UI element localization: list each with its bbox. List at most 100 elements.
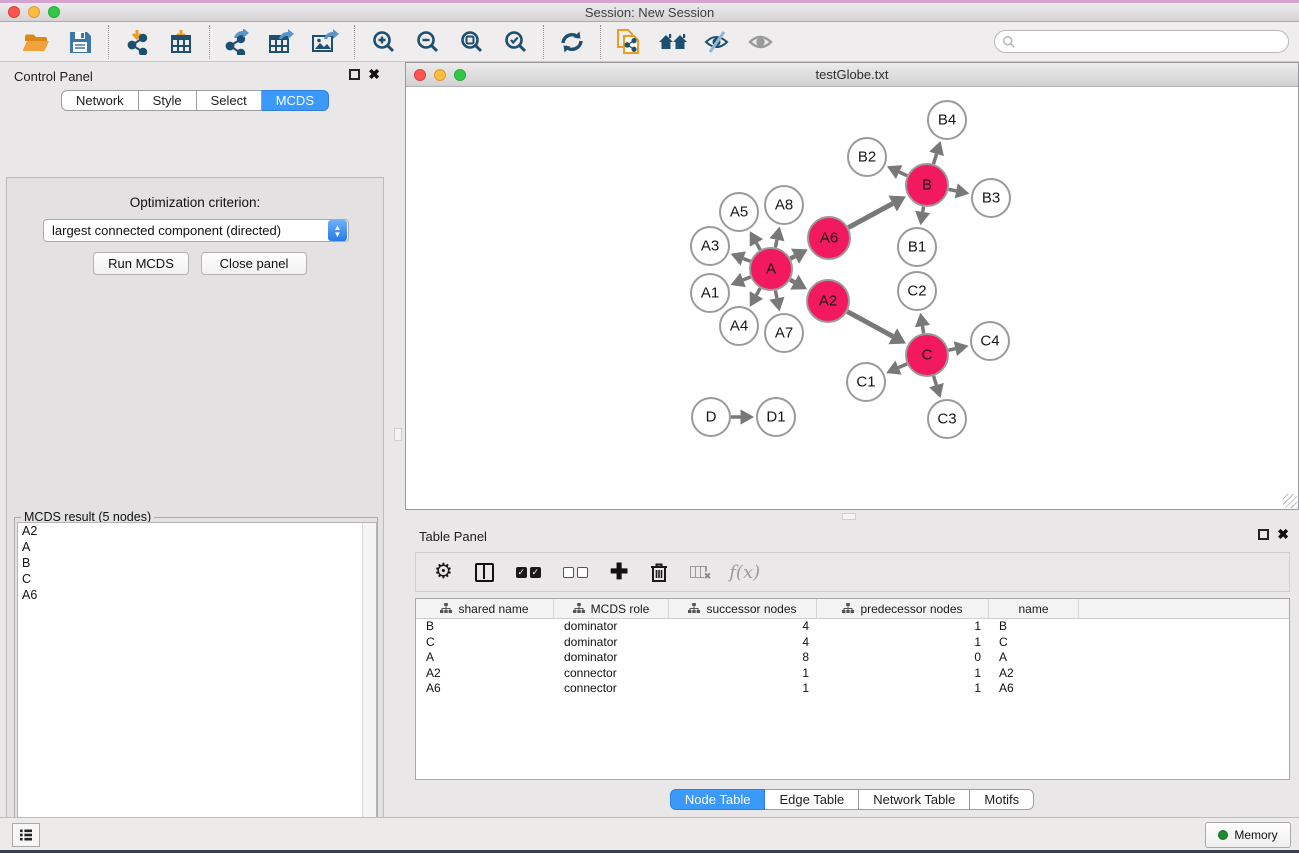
table-cell[interactable]: dominator [554,619,669,635]
column-header-name[interactable]: name [989,599,1079,618]
close-panel-button[interactable]: Close panel [201,252,307,275]
select-all-icon[interactable]: ✓✓ [516,567,541,578]
graph-node-B3[interactable]: B3 [972,179,1010,217]
table-row[interactable]: A6connector11A6 [416,681,1289,697]
column-header-successor-nodes[interactable]: successor nodes [669,599,817,618]
result-list-scrollbar[interactable] [362,523,376,853]
delete-icon[interactable] [650,562,668,583]
table-cell[interactable]: A2 [416,666,554,682]
graph-node-B[interactable]: B [906,164,948,206]
columns-icon[interactable] [475,563,494,582]
float-panel-icon[interactable] [349,69,360,80]
table-cell[interactable]: connector [554,666,669,682]
table-cell[interactable]: 4 [669,635,817,651]
column-header-predecessor-nodes[interactable]: predecessor nodes [817,599,989,618]
search-input[interactable] [1020,33,1288,51]
gear-icon[interactable]: ⚙ [434,562,453,582]
table-cell[interactable]: A [989,650,1079,666]
close-panel-icon[interactable]: ✖ [1277,529,1289,540]
graph-node-A2[interactable]: A2 [807,280,849,322]
home-icon[interactable] [658,27,688,57]
graph-node-A8[interactable]: A8 [765,186,803,224]
tab-select[interactable]: Select [197,90,262,111]
divider-handle[interactable] [394,428,402,441]
zoom-out-icon[interactable] [412,27,442,57]
hide-eye-icon[interactable] [702,27,732,57]
column-header-shared-name[interactable]: shared name [416,599,554,618]
graph-node-A3[interactable]: A3 [691,227,729,265]
tab-mcds[interactable]: MCDS [262,90,329,111]
result-list-item[interactable]: A [18,539,376,555]
graph-node-A[interactable]: A [750,248,792,290]
table-cell[interactable]: dominator [554,635,669,651]
table-row[interactable]: A2connector11A2 [416,666,1289,682]
export-image-icon[interactable] [311,27,341,57]
graph-node-A6[interactable]: A6 [808,217,850,259]
criterion-dropdown[interactable]: largest connected component (directed) ▲… [43,219,349,242]
result-list-item[interactable]: B [18,555,376,571]
graph-node-C2[interactable]: C2 [898,272,936,310]
table-cell[interactable]: 0 [817,650,989,666]
table-cell[interactable]: 8 [669,650,817,666]
result-list-item[interactable]: A6 [18,587,376,603]
table-cell[interactable]: A6 [989,681,1079,697]
table-cell[interactable]: 1 [817,635,989,651]
table-cell[interactable]: 1 [817,619,989,635]
table-row[interactable]: Bdominator41B [416,619,1289,635]
run-mcds-button[interactable]: Run MCDS [93,252,189,275]
close-panel-icon[interactable]: ✖ [368,69,380,80]
table-cell[interactable]: 1 [817,681,989,697]
table-row[interactable]: Cdominator41C [416,635,1289,651]
tab-motifs[interactable]: Motifs [970,789,1034,810]
graph-node-B2[interactable]: B2 [848,138,886,176]
add-icon[interactable]: ✚ [610,562,628,582]
graph-node-B4[interactable]: B4 [928,101,966,139]
tab-style[interactable]: Style [139,90,197,111]
zoom-in-icon[interactable] [368,27,398,57]
duplicate-network-icon[interactable] [614,27,644,57]
table-cell[interactable]: 1 [669,666,817,682]
table-cell[interactable]: 1 [817,666,989,682]
memory-button[interactable]: Memory [1205,822,1291,848]
graph-node-D[interactable]: D [692,398,730,436]
table-cell[interactable]: C [989,635,1079,651]
table-cell[interactable]: connector [554,681,669,697]
graph-node-D1[interactable]: D1 [757,398,795,436]
table-cell[interactable]: 1 [669,681,817,697]
zoom-selected-icon[interactable] [500,27,530,57]
graph-node-A7[interactable]: A7 [765,314,803,352]
resize-grip-icon[interactable] [1283,494,1297,508]
table-row[interactable]: Adominator80A [416,650,1289,666]
function-icon[interactable]: f(x) [729,562,760,583]
table-cell[interactable]: C [416,635,554,651]
network-window-titlebar[interactable]: testGlobe.txt [406,63,1298,87]
table-cell[interactable]: dominator [554,650,669,666]
table-cell[interactable]: B [989,619,1079,635]
status-menu-button[interactable] [12,823,40,847]
float-panel-icon[interactable] [1258,529,1269,540]
save-icon[interactable] [65,27,95,57]
delete-table-icon[interactable] [690,566,707,578]
import-network-icon[interactable] [122,27,152,57]
open-icon[interactable] [21,27,51,57]
tab-node-table[interactable]: Node Table [670,789,766,810]
result-list-item[interactable]: C [18,571,376,587]
vertical-split-divider[interactable] [390,62,405,817]
table-cell[interactable]: A [416,650,554,666]
graph-node-A1[interactable]: A1 [691,274,729,312]
table-cell[interactable]: A6 [416,681,554,697]
result-list-item[interactable]: A2 [18,523,376,539]
export-table-icon[interactable] [267,27,297,57]
graph-node-C1[interactable]: C1 [847,363,885,401]
tab-network[interactable]: Network [61,90,139,111]
graph-node-C4[interactable]: C4 [971,322,1009,360]
show-eye-icon[interactable] [746,27,776,57]
table-cell[interactable]: 4 [669,619,817,635]
mcds-result-list[interactable]: A2ABCA6 [17,522,377,853]
horizontal-split-divider[interactable] [405,510,1299,522]
table-cell[interactable]: A2 [989,666,1079,682]
search-box[interactable] [994,30,1289,53]
zoom-fit-icon[interactable] [456,27,486,57]
tab-edge-table[interactable]: Edge Table [765,789,859,810]
table-cell[interactable]: B [416,619,554,635]
